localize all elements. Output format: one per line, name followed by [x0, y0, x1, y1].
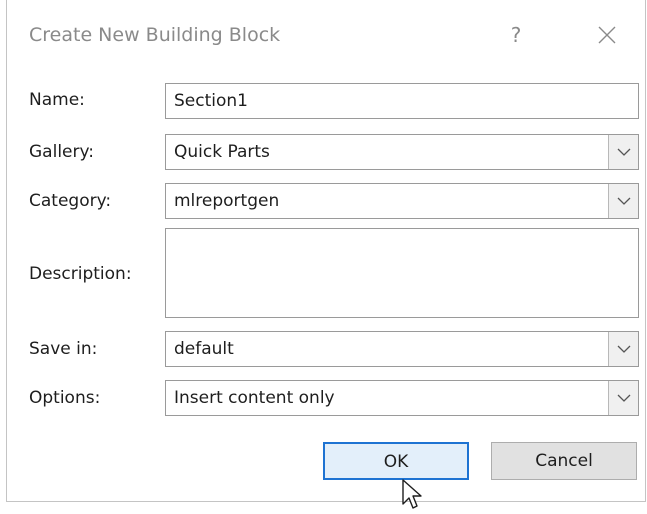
- gallery-select[interactable]: Quick Parts: [165, 134, 639, 170]
- help-button[interactable]: ?: [499, 18, 533, 52]
- dialog-title: Create New Building Block: [29, 24, 281, 46]
- category-dropdown-button[interactable]: [608, 184, 638, 218]
- options-select[interactable]: Insert content only: [165, 380, 639, 416]
- cancel-button[interactable]: Cancel: [491, 442, 637, 480]
- save-in-label: Save in:: [29, 339, 98, 359]
- mouse-pointer-icon: [402, 479, 422, 509]
- name-value: Section1: [174, 91, 248, 111]
- create-building-block-dialog: Create New Building Block ? Name: Sectio…: [6, 0, 646, 509]
- chevron-down-icon: [617, 345, 631, 353]
- chevron-down-icon: [617, 148, 631, 156]
- gallery-label: Gallery:: [29, 142, 95, 162]
- save-in-dropdown-button[interactable]: [608, 332, 638, 366]
- category-value: mlreportgen: [174, 191, 280, 211]
- description-textarea[interactable]: [165, 228, 639, 318]
- options-value: Insert content only: [174, 388, 335, 408]
- save-in-value: default: [174, 339, 234, 359]
- options-dropdown-button[interactable]: [608, 381, 638, 415]
- name-label: Name:: [29, 90, 85, 110]
- close-icon: [598, 26, 616, 44]
- category-label: Category:: [29, 191, 112, 211]
- options-label: Options:: [29, 388, 101, 408]
- ok-button[interactable]: OK: [323, 442, 469, 480]
- chevron-down-icon: [617, 197, 631, 205]
- description-label: Description:: [29, 264, 132, 284]
- save-in-select[interactable]: default: [165, 331, 639, 367]
- chevron-down-icon: [617, 394, 631, 402]
- gallery-value: Quick Parts: [174, 142, 270, 162]
- category-select[interactable]: mlreportgen: [165, 183, 639, 219]
- gallery-dropdown-button[interactable]: [608, 135, 638, 169]
- close-button[interactable]: [587, 18, 627, 52]
- name-input[interactable]: Section1: [165, 83, 639, 119]
